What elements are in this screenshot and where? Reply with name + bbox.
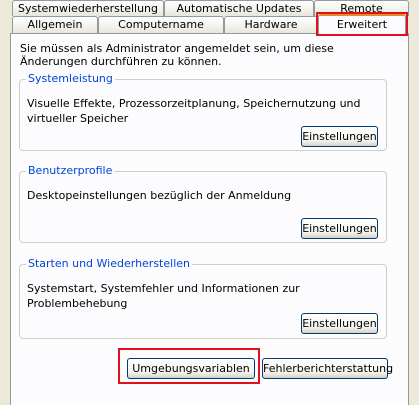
admin-notice: Sie müssen als Administrator angemeldet … <box>20 42 334 68</box>
group-benutzerprofile: Benutzerprofile Desktopeinstellungen bez… <box>19 164 387 243</box>
tab-systemwiederherstellung[interactable]: Systemwiederherstellung <box>12 0 164 16</box>
group-title: Systemleistung <box>26 72 115 86</box>
error-reporting-button[interactable]: Fehlerberichterstattung <box>262 358 393 379</box>
starten-settings-button[interactable]: Einstellungen <box>301 313 378 334</box>
group-title: Starten und Wiederherstellen <box>26 257 192 271</box>
group-description: Desktopeinstellungen bezüglich der Anmel… <box>27 189 292 202</box>
tab-panel-erweitert: Sie müssen als Administrator angemeldet … <box>10 33 409 405</box>
group-systemleistung: Systemleistung Visuelle Effekte, Prozess… <box>19 72 387 151</box>
group-title: Benutzerprofile <box>26 164 115 178</box>
tab-computername[interactable]: Computername <box>98 16 224 33</box>
group-description: Visuelle Effekte, Prozessorzeitplanung, … <box>27 97 361 125</box>
benutzerprofile-settings-button[interactable]: Einstellungen <box>301 218 378 239</box>
tab-allgemein[interactable]: Allgemein <box>12 16 98 33</box>
group-starten-wiederherstellen: Starten und Wiederherstellen Systemstart… <box>19 257 387 339</box>
systemleistung-settings-button[interactable]: Einstellungen <box>301 126 378 147</box>
tab-erweitert[interactable]: Erweitert <box>318 14 406 34</box>
tab-hardware[interactable]: Hardware <box>224 16 318 33</box>
environment-variables-button[interactable]: Umgebungsvariablen <box>127 358 255 379</box>
tab-automatische-updates[interactable]: Automatische Updates <box>164 0 314 16</box>
group-description: Systemstart, Systemfehler und Informatio… <box>27 282 300 310</box>
